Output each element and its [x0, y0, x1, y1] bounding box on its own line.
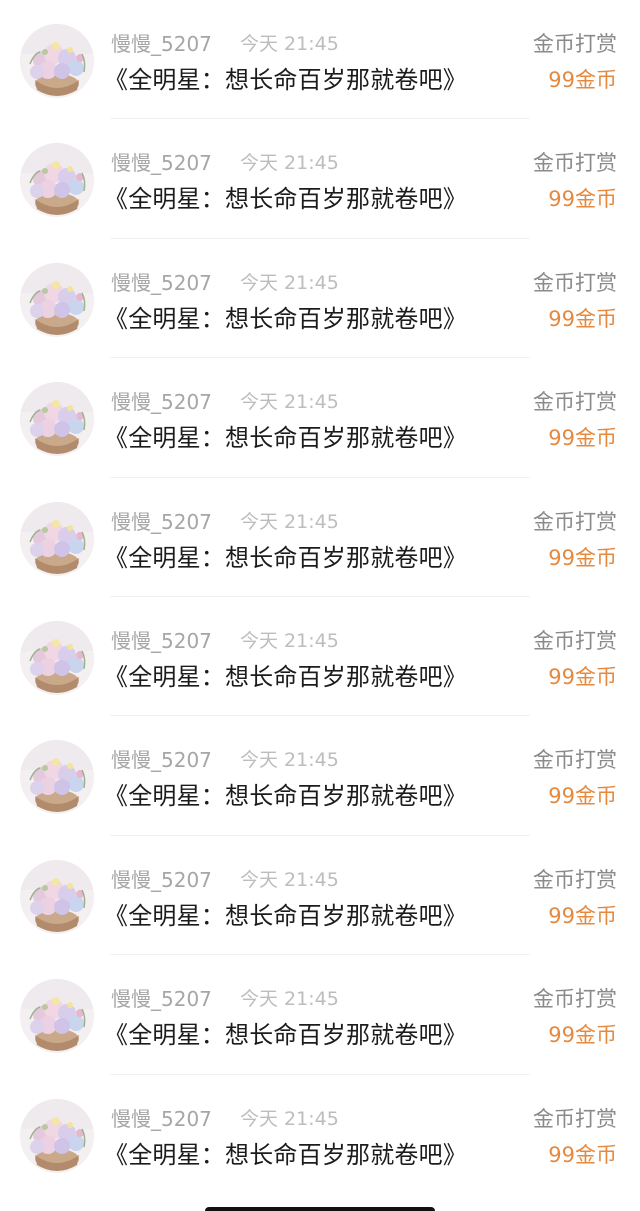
timestamp: 今天 21:45	[240, 749, 339, 772]
timestamp: 今天 21:45	[240, 33, 339, 55]
timestamp: 今天 21:45	[240, 391, 339, 414]
home-indicator[interactable]	[205, 1207, 435, 1211]
list-item[interactable]: 慢慢_5207 今天 21:45 《全明星：想长命百岁那就卷吧》 金币打赏 99…	[0, 478, 640, 597]
list-item[interactable]: 慢慢_5207 今天 21:45 《全明星：想长命百岁那就卷吧》 金币打赏 99…	[0, 955, 640, 1075]
list-item[interactable]: 慢慢_5207 今天 21:45 《全明星：想长命百岁那就卷吧》 金币打赏 99…	[0, 119, 640, 239]
avatar[interactable]	[20, 1098, 94, 1173]
username: 慢慢_5207	[111, 32, 212, 56]
timestamp: 今天 21:45	[240, 868, 339, 891]
book-title[interactable]: 《全明星：想长命百岁那就卷吧》	[104, 60, 467, 95]
reward-records-page: 慢慢_5207 今天 21:45 《全明星：想长命百岁那就卷吧》 金币打赏 99…	[0, 0, 640, 1211]
flower-basket-icon	[20, 859, 94, 934]
reward-type: 金币打赏	[533, 987, 617, 1012]
avatar[interactable]	[20, 620, 94, 695]
avatar[interactable]	[20, 262, 94, 337]
timestamp: 今天 21:45	[240, 988, 339, 1011]
book-title[interactable]: 《全明星：想长命百岁那就卷吧》	[104, 1015, 467, 1050]
timestamp: 今天 21:45	[240, 629, 339, 652]
reward-amount: 99金币	[548, 664, 617, 689]
book-title[interactable]: 《全明星：想长命百岁那就卷吧》	[104, 179, 467, 214]
book-title[interactable]: 《全明星：想长命百岁那就卷吧》	[104, 896, 467, 931]
list-item[interactable]: 慢慢_5207 今天 21:45 《全明星：想长命百岁那就卷吧》 金币打赏 99…	[0, 597, 640, 717]
reward-amount: 99金币	[548, 187, 617, 212]
avatar[interactable]	[20, 740, 94, 815]
avatar[interactable]	[20, 501, 94, 576]
flower-basket-icon	[20, 620, 94, 695]
flower-basket-icon	[20, 501, 94, 576]
list-item[interactable]: 慢慢_5207 今天 21:45 《全明星：想长命百岁那就卷吧》 金币打赏 99…	[0, 239, 640, 359]
username: 慢慢_5207	[111, 987, 212, 1012]
flower-basket-icon	[20, 979, 94, 1054]
avatar[interactable]	[20, 859, 94, 934]
timestamp: 今天 21:45	[240, 510, 339, 533]
username: 慢慢_5207	[111, 509, 212, 534]
book-title[interactable]: 《全明星：想长命百岁那就卷吧》	[104, 299, 467, 334]
book-title[interactable]: 《全明星：想长命百岁那就卷吧》	[104, 776, 467, 811]
reward-type: 金币打赏	[533, 628, 617, 653]
reward-amount: 99金币	[548, 68, 617, 92]
list-item[interactable]: 慢慢_5207 今天 21:45 《全明星：想长命百岁那就卷吧》 金币打赏 99…	[0, 1075, 640, 1194]
timestamp: 今天 21:45	[240, 152, 339, 175]
reward-type: 金币打赏	[533, 32, 617, 56]
flower-basket-icon	[20, 143, 94, 218]
reward-type: 金币打赏	[533, 867, 617, 892]
reward-type: 金币打赏	[533, 748, 617, 773]
username: 慢慢_5207	[111, 390, 212, 415]
book-title[interactable]: 《全明星：想长命百岁那就卷吧》	[104, 657, 467, 692]
flower-basket-icon	[20, 382, 94, 457]
flower-basket-icon	[20, 1098, 94, 1173]
flower-basket-icon	[20, 24, 94, 98]
list-item[interactable]: 慢慢_5207 今天 21:45 《全明星：想长命百岁那就卷吧》 金币打赏 99…	[0, 716, 640, 836]
book-title[interactable]: 《全明星：想长命百岁那就卷吧》	[104, 418, 467, 453]
list-item[interactable]: 慢慢_5207 今天 21:45 《全明星：想长命百岁那就卷吧》 金币打赏 99…	[0, 358, 640, 478]
avatar[interactable]	[20, 382, 94, 457]
reward-type: 金币打赏	[533, 390, 617, 415]
list-item[interactable]: 慢慢_5207 今天 21:45 《全明星：想长命百岁那就卷吧》 金币打赏 99…	[0, 836, 640, 956]
book-title[interactable]: 《全明星：想长命百岁那就卷吧》	[104, 538, 467, 573]
timestamp: 今天 21:45	[240, 1107, 339, 1130]
username: 慢慢_5207	[111, 867, 212, 892]
username: 慢慢_5207	[111, 748, 212, 773]
reward-amount: 99金币	[548, 1142, 617, 1167]
avatar[interactable]	[20, 143, 94, 218]
reward-amount: 99金币	[548, 545, 617, 570]
reward-type: 金币打赏	[533, 151, 617, 176]
username: 慢慢_5207	[111, 628, 212, 653]
reward-type: 金币打赏	[533, 509, 617, 534]
username: 慢慢_5207	[111, 1106, 212, 1131]
reward-amount: 99金币	[548, 306, 617, 331]
flower-basket-icon	[20, 740, 94, 815]
reward-amount: 99金币	[548, 784, 617, 809]
timestamp: 今天 21:45	[240, 271, 339, 294]
reward-amount: 99金币	[548, 426, 617, 451]
list-item[interactable]: 慢慢_5207 今天 21:45 《全明星：想长命百岁那就卷吧》 金币打赏 99…	[0, 0, 640, 120]
flower-basket-icon	[20, 262, 94, 337]
reward-type: 金币打赏	[533, 270, 617, 295]
username: 慢慢_5207	[111, 151, 212, 176]
reward-list: 慢慢_5207 今天 21:45 《全明星：想长命百岁那就卷吧》 金币打赏 99…	[0, 0, 640, 1194]
reward-amount: 99金币	[548, 1023, 617, 1048]
avatar[interactable]	[20, 979, 94, 1054]
reward-type: 金币打赏	[533, 1106, 617, 1131]
username: 慢慢_5207	[111, 270, 212, 295]
book-title[interactable]: 《全明星：想长命百岁那就卷吧》	[104, 1135, 467, 1170]
reward-amount: 99金币	[548, 903, 617, 928]
avatar[interactable]	[20, 24, 94, 98]
